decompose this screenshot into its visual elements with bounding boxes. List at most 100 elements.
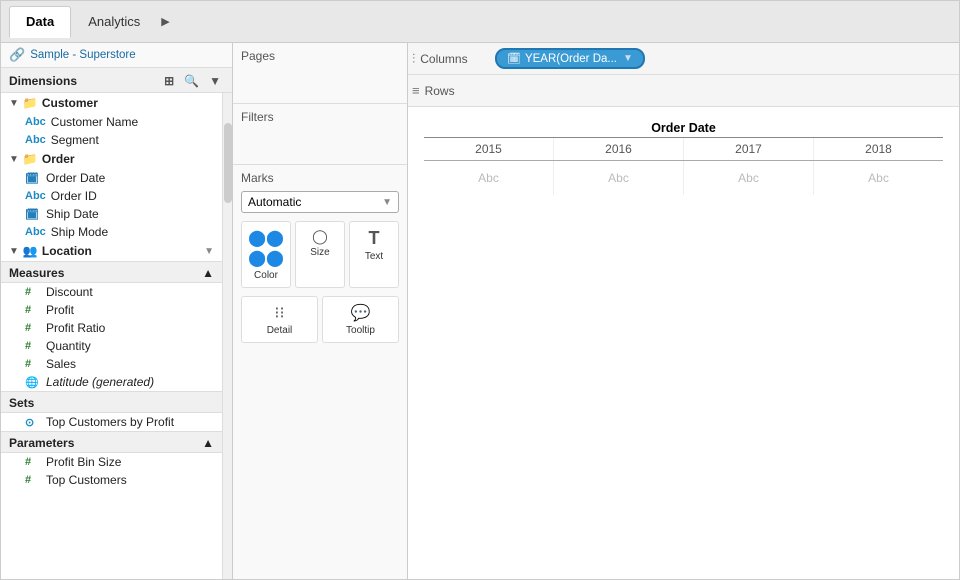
group-customer-header[interactable]: ▼ 📁 Customer xyxy=(1,93,222,113)
field-ship-mode[interactable]: Abc Ship Mode xyxy=(1,223,222,241)
filters-label: Filters xyxy=(241,110,399,124)
field-type-circle-topprofit: ⊙ xyxy=(25,416,41,429)
dimensions-icons: ⊞ 🔍 ▼ xyxy=(161,73,224,89)
canvas-panel: ⫶ Columns 🗓 YEAR(Order Da... ▼ ≡ Rows xyxy=(408,43,959,579)
columns-shelf-icon: ⫶ xyxy=(412,51,415,67)
pill-close-icon[interactable]: ▼ xyxy=(623,53,633,64)
field-customer-name[interactable]: Abc Customer Name xyxy=(1,113,222,131)
field-latitude[interactable]: 🌐 Latitude (generated) xyxy=(1,373,222,391)
column-pill-label: YEAR(Order Da... xyxy=(525,53,617,65)
field-label-discount: Discount xyxy=(46,285,93,299)
tooltip-icon: 💬 xyxy=(351,303,371,323)
filters-section: Filters xyxy=(233,104,407,165)
sidebar-field-list: ▼ 📁 Customer Abc Customer Name Abc Segme… xyxy=(1,93,222,579)
field-type-abc-orderid: Abc xyxy=(25,190,46,202)
sidebar-scrollbar[interactable] xyxy=(222,93,232,579)
pages-label: Pages xyxy=(241,49,399,63)
rows-shelf: ≡ Rows xyxy=(408,75,959,107)
group-location-label: Location xyxy=(42,244,92,258)
detail-icon: ⁝⁝ xyxy=(274,303,284,323)
measures-header: Measures ▲ xyxy=(1,261,222,283)
field-top-customers[interactable]: # Top Customers xyxy=(1,471,222,489)
source-bar[interactable]: 🔗 Sample - Superstore xyxy=(1,43,232,68)
marks-row2: ⁝⁝ Detail 💬 Tooltip xyxy=(241,296,399,343)
mark-btn-color-label: Color xyxy=(254,270,278,281)
field-type-abc-shipmode: Abc xyxy=(25,226,46,238)
rows-label: ≡ Rows xyxy=(412,83,492,98)
group-location-header[interactable]: ▼ 👥 Location ▼ xyxy=(1,241,222,261)
field-profit-bin-size[interactable]: # Profit Bin Size xyxy=(1,453,222,471)
field-order-date[interactable]: 🗓 Order Date xyxy=(1,169,222,187)
field-type-hash-profitbin: # xyxy=(25,456,41,468)
field-type-abc-segment: Abc xyxy=(25,134,46,146)
dimensions-grid-icon[interactable]: ⊞ xyxy=(161,73,177,89)
marks-section: Marks Automatic ▼ ⬤⬤⬤⬤ Color ◯ Size xyxy=(233,165,407,349)
dimensions-label: Dimensions xyxy=(9,74,77,88)
rows-shelf-text: Rows xyxy=(425,84,455,98)
field-profit-ratio[interactable]: # Profit Ratio xyxy=(1,319,222,337)
field-type-cal-orderdate: 🗓 xyxy=(25,172,41,185)
mark-btn-text-label: Text xyxy=(365,251,383,262)
tab-analytics[interactable]: Analytics xyxy=(71,6,157,38)
field-label-top-customers-profit: Top Customers by Profit xyxy=(46,415,174,429)
field-label-profit-ratio: Profit Ratio xyxy=(46,321,105,335)
sidebar-scroll-area: ▼ 📁 Customer Abc Customer Name Abc Segme… xyxy=(1,93,232,579)
group-location: ▼ 👥 Location ▼ xyxy=(1,241,222,261)
measures-expand-icon[interactable]: ▲ xyxy=(202,266,214,280)
group-customer: ▼ 📁 Customer Abc Customer Name Abc Segme… xyxy=(1,93,222,149)
viz-col-2015: 2015 xyxy=(424,138,554,160)
field-label-latitude: Latitude (generated) xyxy=(46,375,154,389)
canvas-view: Order Date 2015 2016 2017 2018 Abc Abc A… xyxy=(408,107,959,579)
field-type-hash-profit: # xyxy=(25,304,41,316)
sidebar: 🔗 Sample - Superstore Dimensions ⊞ 🔍 ▼ xyxy=(1,43,233,579)
viz-order-date-header: Order Date xyxy=(424,115,943,138)
middle-panel: Pages Filters Marks Automatic ▼ ⬤⬤⬤⬤ xyxy=(233,43,408,579)
mark-btn-color[interactable]: ⬤⬤⬤⬤ Color xyxy=(241,221,291,288)
parameters-expand-icon[interactable]: ▲ xyxy=(202,436,214,450)
group-order-header[interactable]: ▼ 📁 Order xyxy=(1,149,222,169)
column-pill-year[interactable]: 🗓 YEAR(Order Da... ▼ xyxy=(495,48,645,69)
tab-data[interactable]: Data xyxy=(9,6,71,38)
field-type-cal-shipdate: 🗓 xyxy=(25,208,41,221)
size-circles-icon: ◯ xyxy=(312,228,328,245)
source-icon: 🔗 xyxy=(9,47,25,63)
sets-label: Sets xyxy=(9,396,34,410)
pages-section: Pages xyxy=(233,43,407,104)
location-scroll-icon: ▼ xyxy=(204,246,214,257)
field-type-abc-customername: Abc xyxy=(25,116,46,128)
mark-btn-tooltip[interactable]: 💬 Tooltip xyxy=(322,296,399,343)
viz-cell-3: Abc xyxy=(814,161,943,195)
columns-shelf: ⫶ Columns 🗓 YEAR(Order Da... ▼ xyxy=(408,43,959,75)
field-type-hash-profitratio: # xyxy=(25,322,41,334)
mark-btn-size[interactable]: ◯ Size xyxy=(295,221,345,288)
field-label-profit: Profit xyxy=(46,303,74,317)
marks-dropdown[interactable]: Automatic ▼ xyxy=(241,191,399,213)
dimensions-expand-icon[interactable]: ▼ xyxy=(206,73,224,89)
columns-label: ⫶ Columns xyxy=(412,51,492,67)
field-order-id[interactable]: Abc Order ID xyxy=(1,187,222,205)
field-top-customers-profit[interactable]: ⊙ Top Customers by Profit xyxy=(1,413,222,431)
group-order: ▼ 📁 Order 🗓 Order Date Abc Order ID xyxy=(1,149,222,241)
field-ship-date[interactable]: 🗓 Ship Date xyxy=(1,205,222,223)
folder-customer-icon: 📁 xyxy=(23,96,38,110)
color-dots-icon: ⬤⬤⬤⬤ xyxy=(248,228,284,268)
main-content: 🔗 Sample - Superstore Dimensions ⊞ 🔍 ▼ xyxy=(1,43,959,579)
dimensions-search-icon[interactable]: 🔍 xyxy=(181,73,202,89)
parameters-header: Parameters ▲ xyxy=(1,431,222,453)
field-sales[interactable]: # Sales xyxy=(1,355,222,373)
field-profit[interactable]: # Profit xyxy=(1,301,222,319)
chevron-order: ▼ xyxy=(9,154,19,165)
mark-btn-text[interactable]: T Text xyxy=(349,221,399,288)
chevron-location: ▼ xyxy=(9,246,19,257)
field-discount[interactable]: # Discount xyxy=(1,283,222,301)
field-type-hash-sales: # xyxy=(25,358,41,370)
marks-dropdown-value: Automatic xyxy=(248,195,301,209)
top-tabs: Data Analytics ▶ xyxy=(1,1,959,43)
field-quantity[interactable]: # Quantity xyxy=(1,337,222,355)
field-segment[interactable]: Abc Segment xyxy=(1,131,222,149)
chevron-customer: ▼ xyxy=(9,98,19,109)
mark-btn-detail[interactable]: ⁝⁝ Detail xyxy=(241,296,318,343)
viz-container: Order Date 2015 2016 2017 2018 Abc Abc A… xyxy=(408,107,959,203)
pages-content xyxy=(241,67,399,97)
tab-arrow[interactable]: ▶ xyxy=(161,15,169,28)
